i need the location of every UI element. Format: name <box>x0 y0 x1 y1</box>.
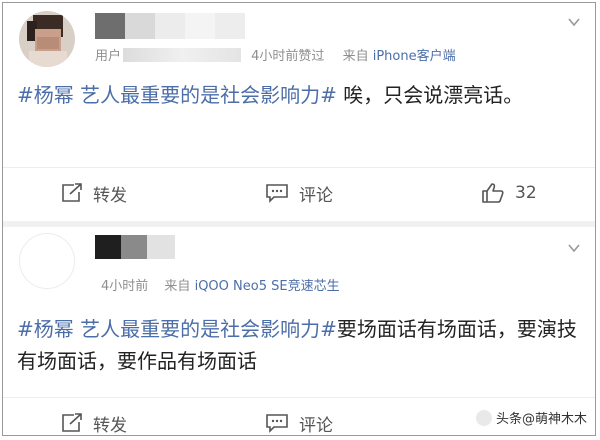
watermark-logo <box>475 409 492 426</box>
repost-button[interactable]: 转发 <box>61 168 127 218</box>
like-icon <box>482 183 504 203</box>
username-redacted[interactable] <box>95 235 185 261</box>
repost-label: 转发 <box>93 185 127 206</box>
post-card: 4小时前 来自 iQOO Neo5 SE竞速芯生 #杨幂 艺人最重要的是社会影响… <box>3 225 595 436</box>
feed-frame: 用户 4小时前赞过 来自 iPhone客户端 #杨幂 艺人最重要的是社会影响力#… <box>2 2 596 436</box>
post-text: #杨幂 艺人最重要的是社会影响力# 唉，只会说漂亮话。 <box>17 79 581 111</box>
comment-button[interactable]: 评论 <box>265 398 333 436</box>
comment-icon <box>266 184 288 203</box>
source-link[interactable]: iQOO Neo5 SE竞速芯生 <box>195 279 340 294</box>
source-link[interactable]: iPhone客户端 <box>373 49 456 64</box>
repost-label: 转发 <box>93 415 127 436</box>
source-prefix: 来自 <box>164 279 191 294</box>
meta-prefix: 用户 <box>95 49 122 64</box>
repost-icon <box>62 413 82 432</box>
avatar[interactable] <box>19 11 75 67</box>
watermark-text: 头条@萌神木木 <box>495 412 587 427</box>
comment-label: 评论 <box>299 415 333 436</box>
hashtag-link[interactable]: #杨幂 艺人最重要的是社会影响力# <box>17 317 337 341</box>
chevron-down-icon[interactable] <box>567 15 581 29</box>
source-prefix: 来自 <box>342 49 369 64</box>
post-body: 唉，只会说漂亮话。 <box>336 83 524 107</box>
comment-icon <box>266 414 288 433</box>
repost-button[interactable]: 转发 <box>61 398 127 436</box>
post-time: 4小时前 <box>101 279 149 294</box>
watermark: 头条@萌神木木 <box>475 408 587 427</box>
post-card: 用户 4小时前赞过 来自 iPhone客户端 #杨幂 艺人最重要的是社会影响力#… <box>3 3 595 225</box>
like-count: 32 <box>515 183 537 203</box>
comment-button[interactable]: 评论 <box>265 168 333 218</box>
redacted-id <box>123 48 242 62</box>
comment-label: 评论 <box>299 185 333 206</box>
chevron-down-icon[interactable] <box>567 241 581 255</box>
repost-icon <box>62 183 82 202</box>
action-bar: 转发 评论 32 <box>3 167 595 218</box>
hashtag-link[interactable]: #杨幂 艺人最重要的是社会影响力# <box>17 83 337 107</box>
avatar[interactable] <box>19 233 75 289</box>
post-text: #杨幂 艺人最重要的是社会影响力#要场面话有场面话，要演技有场面话，要作品有场面… <box>17 313 581 377</box>
username-redacted[interactable] <box>95 13 255 39</box>
post-meta: 4小时前 来自 iQOO Neo5 SE竞速芯生 <box>101 275 340 294</box>
time-action: 4小时前赞过 <box>251 49 325 64</box>
post-meta: 用户 4小时前赞过 来自 iPhone客户端 <box>95 45 456 64</box>
like-button[interactable]: 32 <box>481 168 537 218</box>
